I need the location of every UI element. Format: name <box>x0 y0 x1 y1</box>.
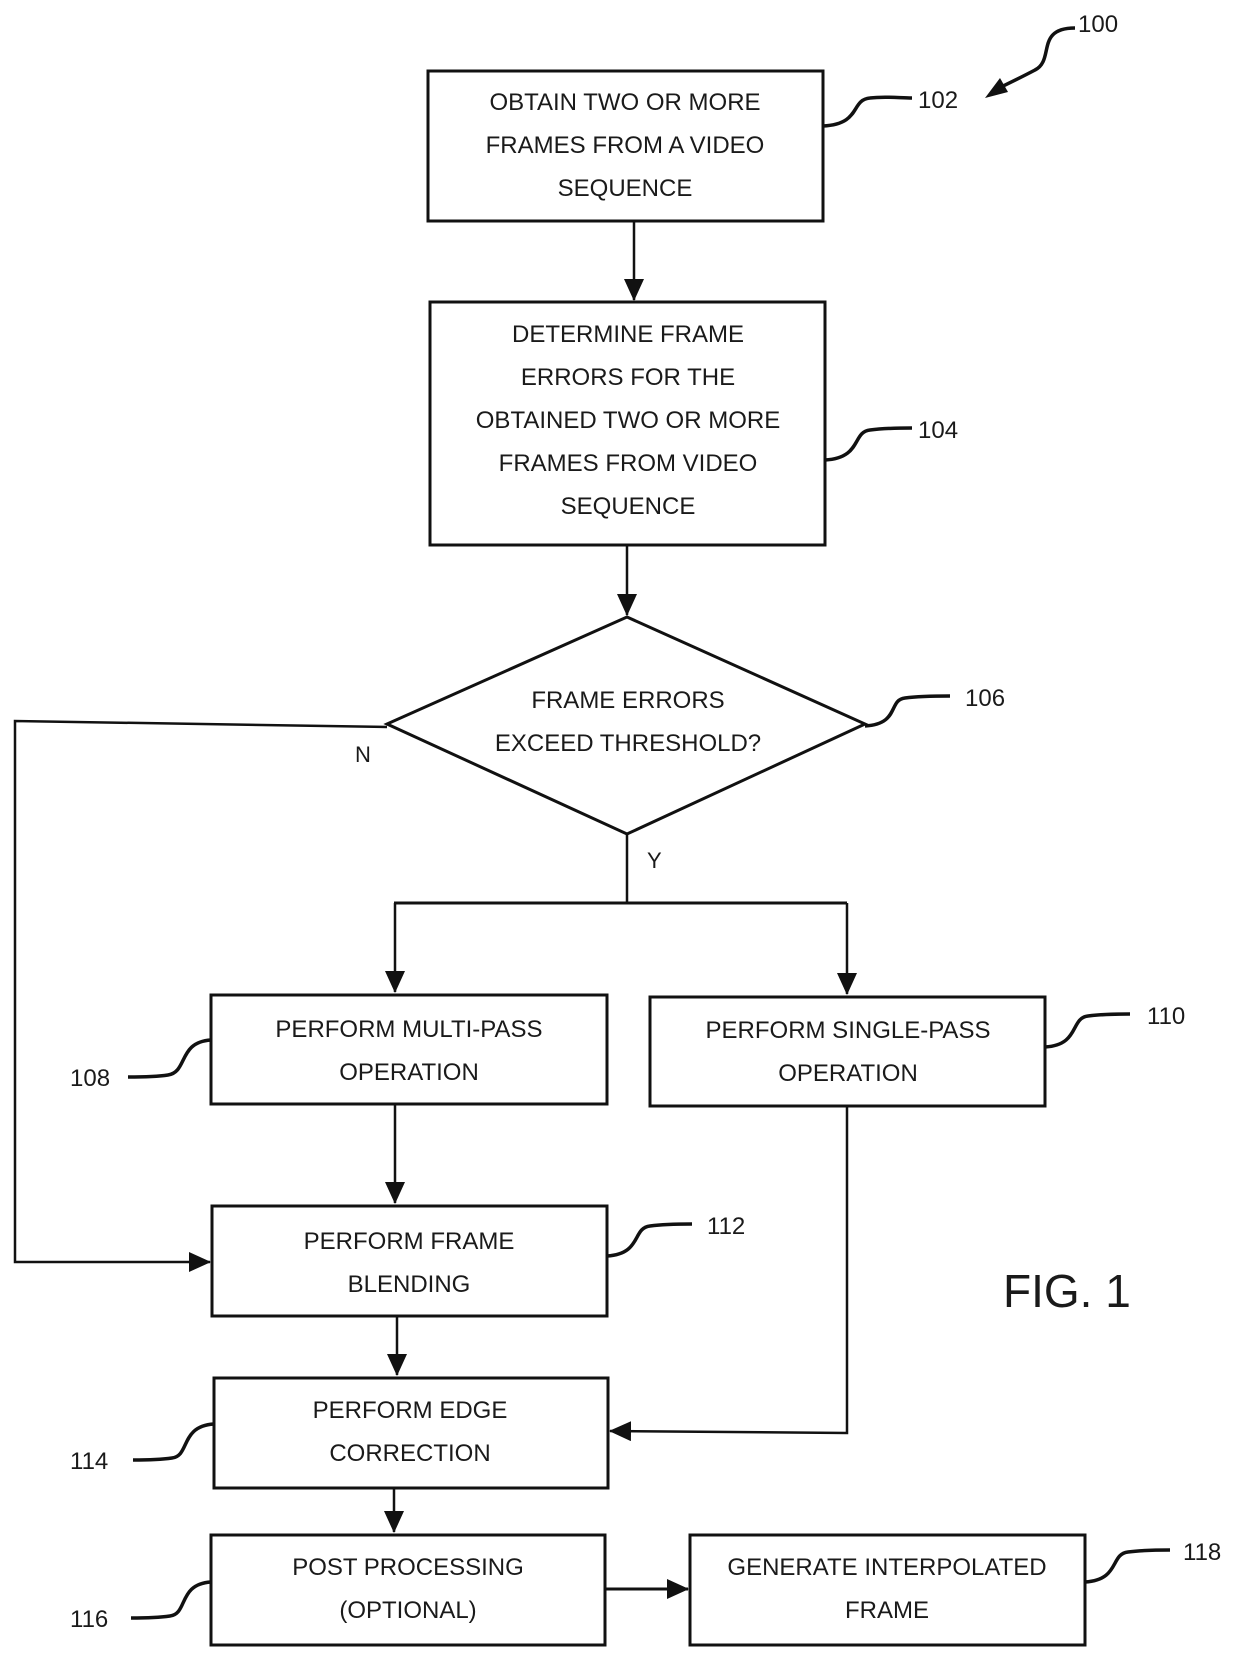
step-text-line: SEQUENCE <box>558 175 693 202</box>
leader-line-104 <box>824 426 913 462</box>
step-text-line: BLENDING <box>348 1271 471 1298</box>
step-106: FRAME ERRORS EXCEED THRESHOLD? 106 <box>383 615 1005 836</box>
reference-number-110: 110 <box>1147 1003 1185 1030</box>
leader-line-102 <box>822 95 913 128</box>
leader-line-112 <box>606 1222 693 1258</box>
reference-number-112: 112 <box>707 1213 745 1240</box>
step-114: PERFORM EDGE CORRECTION 114 <box>70 1376 610 1490</box>
step-112: PERFORM FRAME BLENDING 112 <box>210 1204 745 1318</box>
step-102: OBTAIN TWO OR MORE FRAMES FROM A VIDEO S… <box>426 69 958 223</box>
leader-line-116 <box>130 1580 212 1620</box>
figure-reference: 100 <box>985 11 1118 98</box>
leader-line-106 <box>864 694 951 728</box>
step-text-line: CORRECTION <box>329 1440 490 1467</box>
step-text-line: OPERATION <box>339 1059 479 1086</box>
step-text-line: OPERATION <box>778 1060 918 1087</box>
reference-arrowhead <box>985 78 1008 98</box>
arrow-110-114 <box>609 1106 849 1442</box>
leader-line-110 <box>1044 1012 1131 1049</box>
reference-number-118: 118 <box>1183 1539 1221 1566</box>
step-text-line: PERFORM SINGLE-PASS <box>706 1017 991 1044</box>
process-box-118 <box>688 1533 1087 1647</box>
no-branch: N <box>13 719 388 1272</box>
step-text-line: OBTAIN TWO OR MORE <box>489 89 760 116</box>
step-text-line: ERRORS FOR THE <box>521 364 735 391</box>
step-104: DETERMINE FRAME ERRORS FOR THE OBTAINED … <box>428 300 958 547</box>
step-text-line: PERFORM EDGE <box>313 1397 508 1424</box>
step-text-line: SEQUENCE <box>561 493 696 520</box>
step-text-line: FRAMES FROM VIDEO <box>499 450 758 477</box>
step-text-line: POST PROCESSING <box>292 1554 524 1581</box>
reference-number-102: 102 <box>918 87 958 114</box>
step-text-line: PERFORM MULTI-PASS <box>275 1016 542 1043</box>
process-box-110 <box>648 995 1047 1108</box>
no-branch-connector <box>13 719 388 1272</box>
reference-number-114: 114 <box>70 1448 108 1475</box>
step-116: POST PROCESSING (OPTIONAL) 116 <box>70 1533 607 1647</box>
process-box-114 <box>212 1376 610 1490</box>
no-branch-label: N <box>355 742 371 767</box>
reference-arrow-icon <box>994 26 1076 92</box>
reference-number-108: 108 <box>70 1065 110 1092</box>
process-box-116 <box>209 1533 607 1647</box>
step-text-line: OBTAINED TWO OR MORE <box>476 407 780 434</box>
figure-reference-number: 100 <box>1078 11 1118 38</box>
step-text-line: FRAMES FROM A VIDEO <box>486 132 765 159</box>
leader-line-108 <box>127 1038 212 1079</box>
reference-number-106: 106 <box>965 685 1005 712</box>
reference-number-104: 104 <box>918 417 958 444</box>
figure-label: FIG. 1 <box>1003 1265 1131 1317</box>
step-text-line: DETERMINE FRAME <box>512 321 744 348</box>
process-box-112 <box>210 1204 609 1318</box>
step-text-line: GENERATE INTERPOLATED <box>727 1554 1046 1581</box>
decision-text-line: FRAME ERRORS <box>531 687 724 714</box>
step-text-line: FRAME <box>845 1597 929 1624</box>
step-110: PERFORM SINGLE-PASS OPERATION 110 <box>648 995 1185 1108</box>
step-text-line: PERFORM FRAME <box>304 1228 515 1255</box>
flowchart: 100 OBTAIN TWO OR MORE FRAMES FROM A VID… <box>13 11 1221 1647</box>
decision-text-line: EXCEED THRESHOLD? <box>495 730 761 757</box>
yes-branch: Y <box>385 834 857 995</box>
step-text-line: (OPTIONAL) <box>339 1597 476 1624</box>
yes-branch-label: Y <box>647 848 662 873</box>
leader-line-114 <box>132 1422 215 1462</box>
leader-line-118 <box>1084 1548 1171 1584</box>
step-108: PERFORM MULTI-PASS OPERATION 108 <box>70 993 609 1106</box>
process-box-108 <box>209 993 609 1106</box>
step-118: GENERATE INTERPOLATED FRAME 118 <box>688 1533 1221 1647</box>
decision-diamond-106 <box>383 615 869 836</box>
reference-number-116: 116 <box>70 1606 108 1633</box>
